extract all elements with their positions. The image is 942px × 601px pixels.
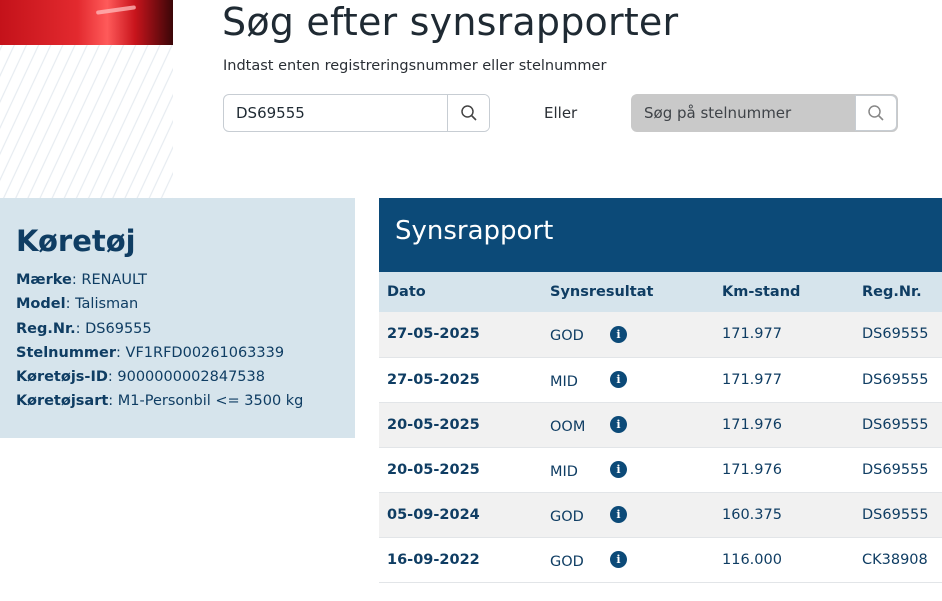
vehicle-panel: Køretøj Mærke: RENAULT Model: Talisman R… — [0, 198, 355, 438]
table-row[interactable]: 27-05-2025 MID i 171.977 DS69555 — [379, 357, 942, 403]
page-subtitle: Indtast enten registreringsnummer eller … — [223, 58, 607, 74]
table-row[interactable]: 20-05-2025 MID i 171.976 DS69555 — [379, 447, 942, 493]
search-icon — [460, 105, 477, 121]
cell-km: 160.375 — [714, 492, 854, 538]
field-label: Køretøjsart — [16, 393, 109, 410]
result-value: OOM — [550, 418, 586, 435]
info-icon[interactable]: i — [610, 461, 627, 478]
field-value: M1-Personbil <= 3500 kg — [117, 393, 304, 410]
field-label: Køretøjs-ID — [16, 369, 108, 386]
page: Søg efter synsrapporter Indtast enten re… — [0, 0, 942, 601]
vehicle-field-make: Mærke: RENAULT — [16, 272, 147, 288]
vehicle-field-vin: Stelnummer: VF1RFD00261063339 — [16, 344, 285, 361]
column-header-date: Dato — [379, 272, 542, 312]
field-value: VF1RFD00261063339 — [125, 344, 285, 361]
field-label: Stelnummer — [16, 344, 117, 361]
search-icon — [868, 105, 884, 121]
result-value: MID — [550, 463, 578, 480]
info-icon[interactable]: i — [610, 416, 627, 433]
field-label: Reg.Nr. — [16, 320, 76, 337]
vin-search-input[interactable] — [632, 95, 856, 131]
reg-search-button[interactable] — [447, 95, 489, 131]
table-row[interactable]: 16-09-2022 GOD i 116.000 CK38908 — [379, 537, 942, 583]
cell-km: 116.000 — [714, 537, 854, 583]
info-icon[interactable]: i — [610, 506, 627, 523]
result-value: GOD — [550, 328, 584, 345]
field-value: RENAULT — [81, 272, 147, 288]
table-row[interactable]: 27-05-2025 GOD i 171.977 DS69555 — [379, 312, 942, 358]
cell-km: 171.977 — [714, 357, 854, 403]
info-icon[interactable]: i — [610, 325, 627, 343]
cell-date: 27-05-2025 — [379, 312, 542, 358]
table-row[interactable]: 05-09-2024 GOD i 160.375 DS69555 — [379, 492, 942, 538]
or-label: Eller — [544, 104, 578, 122]
cell-result: OOM i — [542, 402, 714, 448]
cell-result: GOD i — [542, 312, 714, 358]
reg-search-box — [223, 94, 490, 132]
result-value: GOD — [550, 553, 584, 570]
cell-km: 171.976 — [714, 402, 854, 448]
cell-regnr: CK38908 — [854, 537, 942, 583]
vehicle-field-type: Køretøjsart: M1-Personbil <= 3500 kg — [16, 393, 304, 410]
field-label: Mærke — [16, 272, 72, 288]
report-table: Dato Synsresultat Km-stand Reg.Nr. 27-05… — [379, 272, 942, 583]
cell-regnr: DS69555 — [854, 402, 942, 448]
vehicle-field-model: Model: Talisman — [16, 296, 139, 313]
info-icon[interactable]: i — [610, 371, 627, 388]
cell-result: MID i — [542, 357, 714, 403]
cell-result: GOD i — [542, 537, 714, 583]
field-label: Model — [16, 296, 66, 313]
column-header-regnr: Reg.Nr. — [854, 272, 942, 312]
cell-regnr: DS69555 — [854, 357, 942, 403]
column-header-km: Km-stand — [714, 272, 854, 312]
cell-date: 16-09-2022 — [379, 537, 542, 583]
result-value: MID — [550, 373, 578, 390]
vin-search-button[interactable] — [855, 95, 897, 131]
cell-regnr: DS69555 — [854, 492, 942, 538]
cell-km: 171.977 — [714, 312, 854, 358]
result-value: GOD — [550, 508, 584, 525]
cell-date: 27-05-2025 — [379, 357, 542, 403]
car-photo — [0, 0, 173, 45]
report-panel: Synsrapport Dato Synsresultat Km-stand R… — [379, 198, 942, 583]
table-header-row: Dato Synsresultat Km-stand Reg.Nr. — [379, 272, 942, 312]
vehicle-field-regnr: Reg.Nr.: DS69555 — [16, 320, 152, 337]
hero-image — [0, 0, 173, 198]
cell-regnr: DS69555 — [854, 447, 942, 493]
info-icon[interactable]: i — [610, 551, 627, 568]
cell-date: 20-05-2025 — [379, 447, 542, 493]
cell-result: GOD i — [542, 492, 714, 538]
report-heading: Synsrapport — [379, 198, 942, 272]
field-value: 9000000002847538 — [117, 369, 265, 386]
cell-date: 05-09-2024 — [379, 492, 542, 538]
cell-result: MID i — [542, 447, 714, 493]
column-header-result: Synsresultat — [542, 272, 714, 312]
reg-search-input[interactable] — [224, 95, 448, 131]
field-value: Talisman — [75, 296, 139, 313]
vehicle-heading: Køretøj — [16, 224, 136, 258]
vehicle-field-id: Køretøjs-ID: 9000000002847538 — [16, 369, 265, 386]
vin-search-box — [631, 94, 898, 132]
table-row[interactable]: 20-05-2025 OOM i 171.976 DS69555 — [379, 402, 942, 448]
field-value: DS69555 — [85, 320, 152, 337]
page-title: Søg efter synsrapporter — [222, 0, 679, 44]
cell-regnr: DS69555 — [854, 312, 942, 358]
cell-date: 20-05-2025 — [379, 402, 542, 448]
cell-km: 171.976 — [714, 447, 854, 493]
